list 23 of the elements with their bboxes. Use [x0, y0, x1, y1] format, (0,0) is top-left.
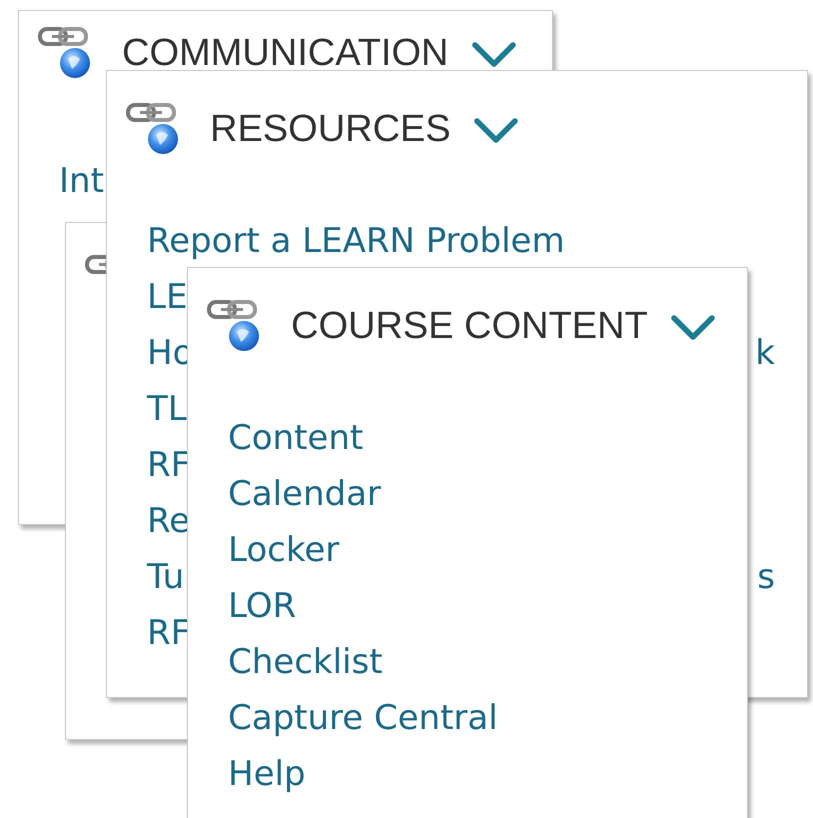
chevron-down-icon[interactable]: [670, 314, 716, 342]
chevron-down-icon[interactable]: [470, 41, 516, 69]
menu-link[interactable]: Re: [147, 500, 190, 542]
chevron-down-icon[interactable]: [472, 117, 519, 145]
menu-link[interactable]: RF: [147, 612, 190, 654]
menu-title[interactable]: COMMUNICATION: [122, 34, 448, 72]
menu-link[interactable]: TL: [147, 388, 187, 430]
menu-link[interactable]: s: [757, 556, 775, 598]
menu-link[interactable]: Locker: [228, 530, 340, 570]
menu-link[interactable]: Calendar: [228, 474, 381, 514]
menu-link[interactable]: Help: [228, 754, 306, 794]
menu-link[interactable]: Report a LEARN Problem: [147, 220, 565, 262]
menu-link[interactable]: Capture Central: [228, 698, 498, 738]
menu-link[interactable]: LOR: [228, 586, 296, 626]
menu-link[interactable]: RF: [147, 444, 190, 486]
menu-link[interactable]: Content: [228, 418, 364, 458]
menu-link[interactable]: k: [755, 332, 775, 374]
menu-link[interactable]: Int: [59, 160, 104, 202]
menu-link[interactable]: LE: [147, 276, 188, 318]
menu-link[interactable]: Tu: [147, 556, 184, 598]
menu-title[interactable]: COURSE CONTENT: [291, 307, 648, 345]
menu-title[interactable]: RESOURCES: [210, 110, 451, 148]
menu-link[interactable]: Checklist: [228, 642, 383, 682]
